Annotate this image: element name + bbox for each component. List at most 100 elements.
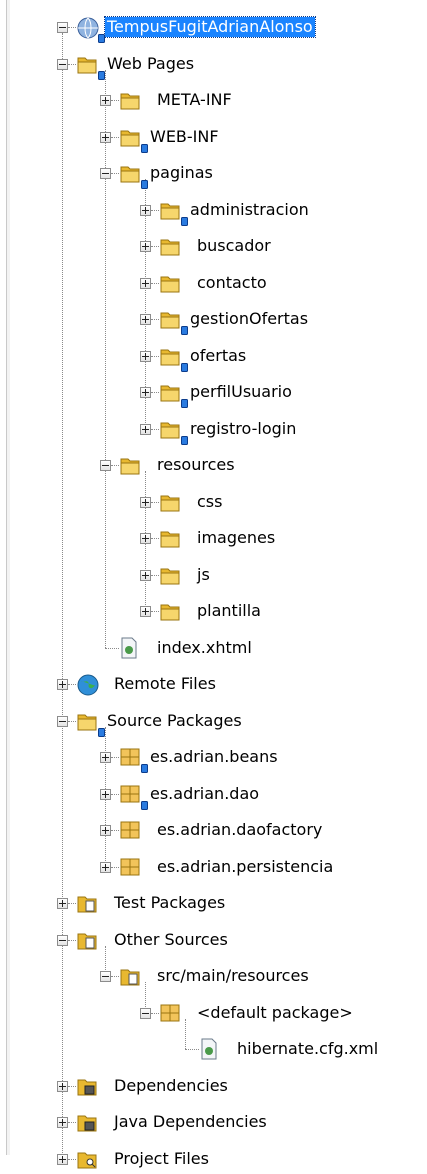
java-dependencies-icon: [76, 1111, 98, 1133]
tree-node[interactable]: Other Sources: [0, 925, 427, 955]
expand-toggle[interactable]: [140, 314, 151, 325]
expand-toggle[interactable]: [140, 350, 151, 362]
expand-toggle[interactable]: [57, 898, 68, 909]
expand-toggle[interactable]: [57, 1080, 68, 1092]
tree-node[interactable]: plantilla: [0, 596, 427, 626]
source-packages-icon: [76, 710, 98, 732]
folder-icon: [159, 308, 181, 330]
tree-branch-line: [68, 720, 76, 722]
folder-icon: [119, 454, 141, 476]
tree-node-label: buscador: [197, 236, 271, 255]
expand-toggle[interactable]: [140, 606, 151, 617]
package-icon: [119, 856, 141, 878]
expand-toggle[interactable]: [100, 825, 111, 836]
collapse-toggle[interactable]: [140, 1007, 151, 1019]
expand-toggle[interactable]: [100, 131, 111, 143]
tree-node[interactable]: META-INF: [0, 85, 427, 115]
expand-toggle[interactable]: [100, 788, 111, 800]
tree-node[interactable]: paginas: [0, 158, 427, 189]
folder-icon: [159, 345, 181, 367]
expand-toggle[interactable]: [140, 387, 151, 398]
tree-node-label: js: [197, 564, 210, 584]
collapse-toggle[interactable]: [57, 715, 68, 727]
tree-node[interactable]: es.adrian.dao: [0, 779, 427, 810]
tree-node[interactable]: <default package>: [0, 998, 427, 1028]
tree-node-label: es.adrian.persistencia: [157, 856, 334, 876]
expand-toggle[interactable]: [140, 496, 151, 508]
tree-branch-line: [185, 1049, 199, 1050]
vcs-badge-icon: [141, 758, 148, 773]
folder-icon: [159, 491, 181, 513]
tree-branch-line: [68, 684, 76, 685]
tree-node-label: css: [197, 491, 223, 511]
tree-node-label: WEB-INF: [150, 126, 219, 146]
tree-branch-line: [68, 63, 76, 65]
resources-folder-icon: [119, 965, 141, 987]
tree-node-label: perfilUsuario: [190, 382, 292, 401]
expand-toggle[interactable]: [57, 1153, 68, 1165]
tree-branch-line: [111, 866, 119, 868]
expand-toggle[interactable]: [140, 204, 151, 216]
package-icon: [159, 1002, 181, 1024]
folder-icon: [119, 126, 141, 148]
project-tree[interactable]: TempusFugitAdrianAlonso Web Pages META-INF…: [0, 0, 427, 1168]
folder-icon: [159, 199, 181, 221]
expand-toggle[interactable]: [140, 569, 151, 581]
tree-branch-line: [111, 136, 119, 138]
vcs-badge-icon: [181, 393, 188, 408]
tree-node[interactable]: es.adrian.daofactory: [0, 815, 427, 845]
tree-node[interactable]: es.adrian.beans: [0, 742, 427, 773]
tree-node[interactable]: index.xhtml: [0, 633, 427, 663]
other-sources-icon: [76, 929, 98, 951]
expand-toggle[interactable]: [57, 1117, 68, 1128]
tree-branch-line: [111, 830, 119, 831]
tree-node-label: ofertas: [190, 345, 247, 365]
collapse-toggle[interactable]: [57, 22, 68, 33]
tree-node[interactable]: Project Files: [0, 1144, 427, 1174]
tree-node[interactable]: Java Dependencies: [0, 1107, 427, 1137]
tree-node[interactable]: es.adrian.persistencia: [0, 852, 427, 882]
expand-toggle[interactable]: [140, 241, 151, 252]
tree-branch-line: [111, 465, 119, 466]
tree-node[interactable]: src/main/resources: [0, 961, 427, 991]
expand-toggle[interactable]: [140, 277, 151, 289]
collapse-toggle[interactable]: [57, 934, 68, 946]
folder-icon: [159, 272, 181, 294]
tree-node[interactable]: contacto: [0, 268, 427, 298]
tree-node[interactable]: WEB-INF: [0, 122, 427, 153]
tree-node[interactable]: hibernate.cfg.xml: [0, 1034, 427, 1064]
expand-toggle[interactable]: [100, 752, 111, 763]
tree-node[interactable]: ofertas: [0, 341, 427, 372]
tree-node[interactable]: Remote Files: [0, 669, 427, 699]
tree-node[interactable]: Source Packages: [0, 706, 427, 737]
vcs-badge-icon: [181, 430, 188, 445]
tree-node[interactable]: gestionOfertas: [0, 304, 427, 335]
expand-toggle[interactable]: [57, 679, 68, 690]
tree-node[interactable]: css: [0, 487, 427, 517]
vcs-badge-icon: [98, 28, 105, 43]
tree-node[interactable]: Web Pages: [0, 49, 427, 80]
tree-node-label: contacto: [197, 272, 267, 292]
tree-branch-line: [68, 1158, 76, 1160]
expand-toggle[interactable]: [100, 95, 111, 106]
collapse-toggle[interactable]: [100, 460, 111, 471]
tree-node[interactable]: imagenes: [0, 523, 427, 553]
tree-node[interactable]: resources: [0, 450, 427, 480]
tree-node-label: resources: [157, 455, 235, 474]
folder-icon: [159, 564, 181, 586]
tree-node[interactable]: registro-login: [0, 414, 427, 445]
collapse-toggle[interactable]: [100, 971, 111, 982]
tree-node[interactable]: js: [0, 560, 427, 590]
tree-node[interactable]: Dependencies: [0, 1071, 427, 1101]
tree-node[interactable]: perfilUsuario: [0, 377, 427, 408]
expand-toggle[interactable]: [140, 533, 151, 544]
expand-toggle[interactable]: [100, 861, 111, 873]
tree-node[interactable]: administracion: [0, 195, 427, 226]
expand-toggle[interactable]: [140, 423, 151, 435]
collapse-toggle[interactable]: [57, 58, 68, 70]
tree-node[interactable]: buscador: [0, 231, 427, 261]
collapse-toggle[interactable]: [100, 168, 111, 179]
tree-node[interactable]: TempusFugitAdrianAlonso: [0, 12, 427, 43]
tree-node[interactable]: Test Packages: [0, 888, 427, 918]
tree-node-label: META-INF: [157, 90, 232, 109]
